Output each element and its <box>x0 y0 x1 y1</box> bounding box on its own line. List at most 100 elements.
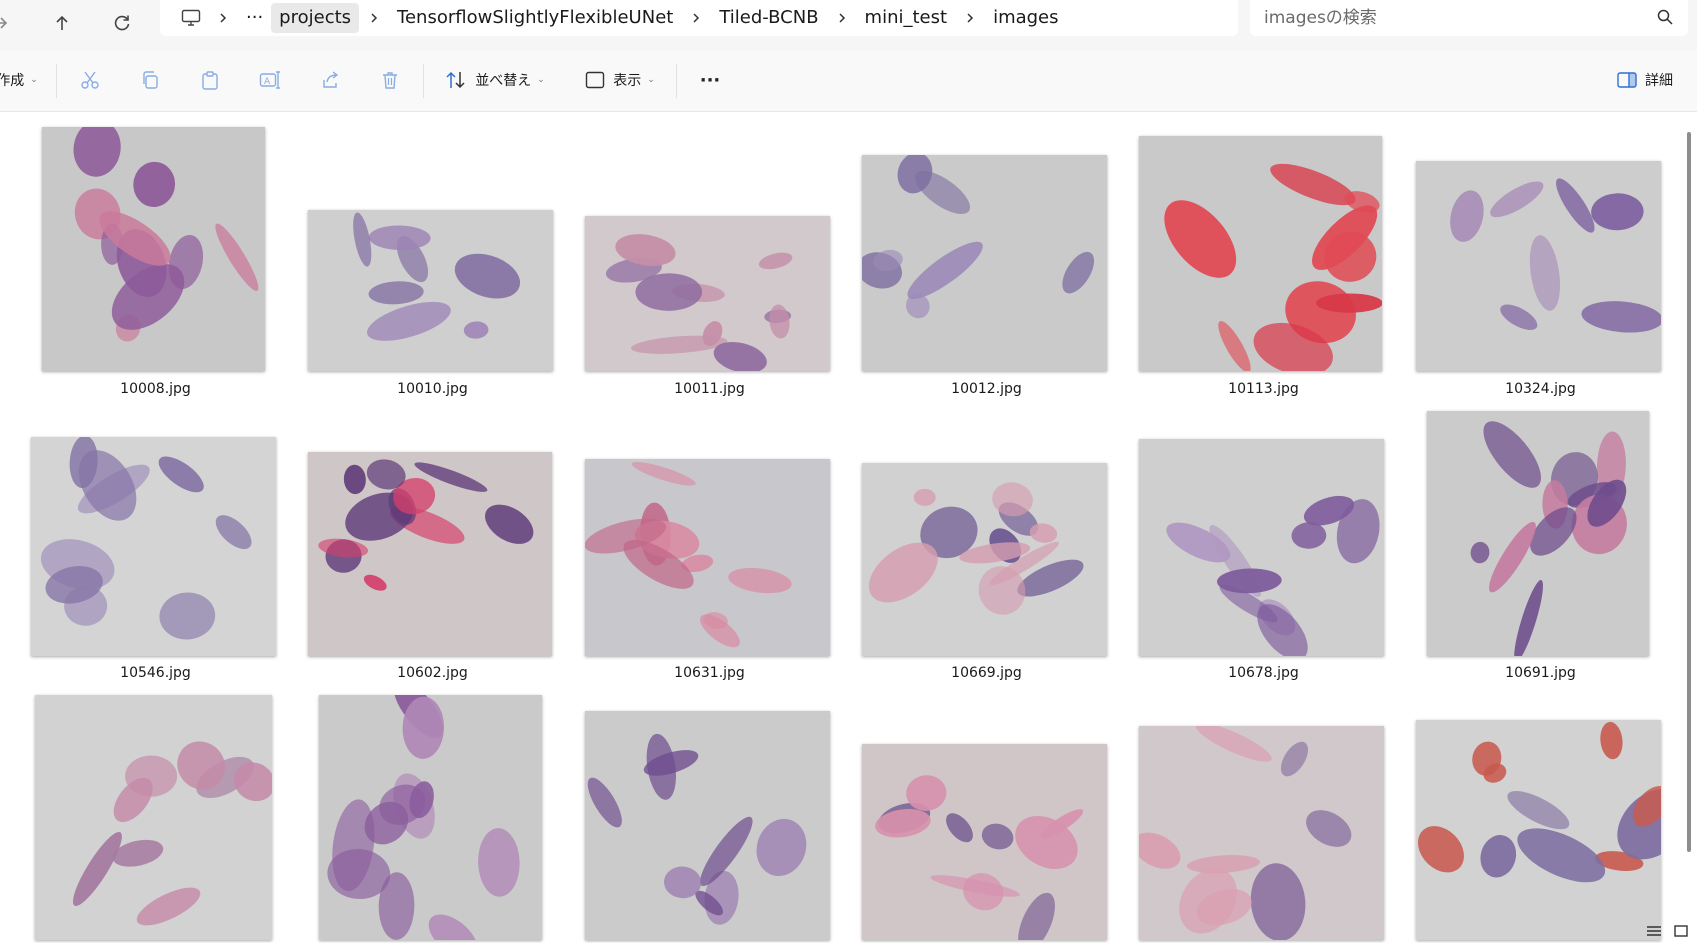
sort-label: 並べ替え <box>475 73 532 89</box>
thumbnail-10324[interactable] <box>1416 161 1661 371</box>
chevron-down-icon: ⌄ <box>537 75 545 85</box>
toolbar-divider <box>676 64 677 98</box>
tissue-region <box>1316 293 1382 313</box>
file-name-10008[interactable]: 10008.jpg <box>17 381 294 397</box>
breadcrumb-mini-test[interactable]: mini_test <box>857 3 956 33</box>
thumbnail-image <box>862 155 1107 371</box>
chevron-right-icon[interactable] <box>208 3 238 33</box>
rename-icon: A <box>259 71 280 89</box>
thumbnail-image <box>35 695 272 940</box>
copy-button[interactable] <box>130 60 170 100</box>
breadcrumb[interactable]: ··· projects TensorflowSlightlyFlexibleU… <box>160 0 1238 36</box>
thumbnail-image <box>31 437 276 656</box>
thumbnail-row3-3[interactable] <box>585 711 830 940</box>
share-button[interactable] <box>310 60 350 100</box>
thumbnail-row3-1[interactable] <box>35 695 272 940</box>
share-icon <box>323 71 339 88</box>
chevron-right-icon[interactable] <box>955 3 985 33</box>
paste-button[interactable] <box>190 60 230 100</box>
cut-button[interactable] <box>70 60 110 100</box>
thumbnail-10691[interactable] <box>1427 411 1649 656</box>
breadcrumb-overflow[interactable]: ··· <box>238 3 271 33</box>
search-icon[interactable] <box>1656 8 1674 30</box>
details-view-button[interactable] <box>1645 924 1663 938</box>
search-box[interactable] <box>1250 0 1688 36</box>
thumbnail-10113[interactable] <box>1139 136 1382 371</box>
large-icons-view-button[interactable] <box>1672 924 1690 938</box>
thumbnail-image <box>1416 161 1661 371</box>
refresh-icon <box>114 15 130 31</box>
arrow-up-icon <box>56 15 68 30</box>
forward-button[interactable] <box>0 5 22 41</box>
thumbnail-10008[interactable] <box>42 127 265 371</box>
details-label: 詳細 <box>1645 73 1673 89</box>
thumbnail-row3-4[interactable] <box>862 744 1107 940</box>
chevron-right-icon[interactable] <box>827 3 857 33</box>
file-name-10324[interactable]: 10324.jpg <box>1402 381 1679 397</box>
chevron-right-icon[interactable] <box>681 3 711 33</box>
breadcrumb-tensorflowslightlyflexibleunet[interactable]: TensorflowSlightlyFlexibleUNet <box>389 3 681 33</box>
thumbnail-10631[interactable] <box>585 459 830 656</box>
file-name-10669[interactable]: 10669.jpg <box>848 665 1125 681</box>
file-name-10678[interactable]: 10678.jpg <box>1125 665 1402 681</box>
details-pane-button[interactable]: 詳細 <box>1610 60 1680 100</box>
thumbnail-image <box>1139 726 1384 940</box>
thumbnail-image <box>862 744 1107 940</box>
search-input[interactable] <box>1264 4 1624 32</box>
thumbnail-image <box>1427 411 1649 656</box>
thumbnail-image <box>308 452 552 656</box>
tissue-region <box>913 488 936 506</box>
copy-icon <box>143 71 158 89</box>
address-bar-row: ··· projects TensorflowSlightlyFlexibleU… <box>0 0 1697 51</box>
details-pane-icon <box>1617 72 1637 88</box>
file-name-10691[interactable]: 10691.jpg <box>1402 665 1679 681</box>
delete-button[interactable] <box>370 60 410 100</box>
new-button-label: 作成 <box>0 73 25 89</box>
file-name-10010[interactable]: 10010.jpg <box>294 381 571 397</box>
toolbar-divider <box>56 64 57 98</box>
this-pc-icon[interactable] <box>174 3 208 33</box>
thumbnail-image <box>585 459 830 656</box>
thumbnail-row3-6[interactable] <box>1416 720 1661 940</box>
breadcrumb-images[interactable]: images <box>985 3 1066 33</box>
file-name-10012[interactable]: 10012.jpg <box>848 381 1125 397</box>
thumbnail-10546[interactable] <box>31 437 276 656</box>
view-icon <box>586 71 605 89</box>
thumbnail-image <box>319 695 542 940</box>
thumbnail-10011[interactable] <box>585 216 830 371</box>
trash-icon <box>383 72 397 89</box>
thumbnail-row3-5[interactable] <box>1139 726 1384 940</box>
up-button[interactable] <box>40 5 84 41</box>
arrow-right-icon <box>0 17 8 29</box>
file-name-10113[interactable]: 10113.jpg <box>1125 381 1402 397</box>
breadcrumb-tiled-bcnb[interactable]: Tiled-BCNB <box>711 3 826 33</box>
more-options-button[interactable]: ··· <box>690 60 730 100</box>
file-name-10631[interactable]: 10631.jpg <box>571 665 848 681</box>
view-button[interactable]: 表示 ⌄ <box>578 60 662 100</box>
clipboard-icon <box>202 71 218 90</box>
thumbnail-image <box>585 216 830 371</box>
new-button[interactable]: 作成 ⌄ <box>0 60 42 100</box>
vertical-scrollbar[interactable] <box>1687 132 1691 852</box>
svg-text:A: A <box>264 77 271 87</box>
sort-button[interactable]: 並べ替え ⌄ <box>440 60 550 100</box>
thumbnail-image <box>862 463 1107 656</box>
chevron-right-icon[interactable] <box>359 3 389 33</box>
thumbnail-image <box>1139 439 1384 656</box>
file-name-10011[interactable]: 10011.jpg <box>571 381 848 397</box>
thumbnail-10012[interactable] <box>862 155 1107 371</box>
thumbnail-10669[interactable] <box>862 463 1107 656</box>
refresh-button[interactable] <box>100 5 144 41</box>
file-name-10602[interactable]: 10602.jpg <box>294 665 571 681</box>
rename-button[interactable]: A <box>250 60 290 100</box>
thumbnail-image <box>308 210 553 371</box>
thumbnail-10010[interactable] <box>308 210 553 371</box>
thumbnail-10678[interactable] <box>1139 439 1384 656</box>
file-name-10546[interactable]: 10546.jpg <box>17 665 294 681</box>
thumbnail-row3-2[interactable] <box>319 695 542 940</box>
thumbnail-image <box>1416 720 1661 940</box>
thumbnail-image <box>585 711 830 940</box>
breadcrumb-projects[interactable]: projects <box>271 3 360 33</box>
thumbnail-10602[interactable] <box>308 452 552 656</box>
chevron-down-icon: ⌄ <box>30 75 38 85</box>
